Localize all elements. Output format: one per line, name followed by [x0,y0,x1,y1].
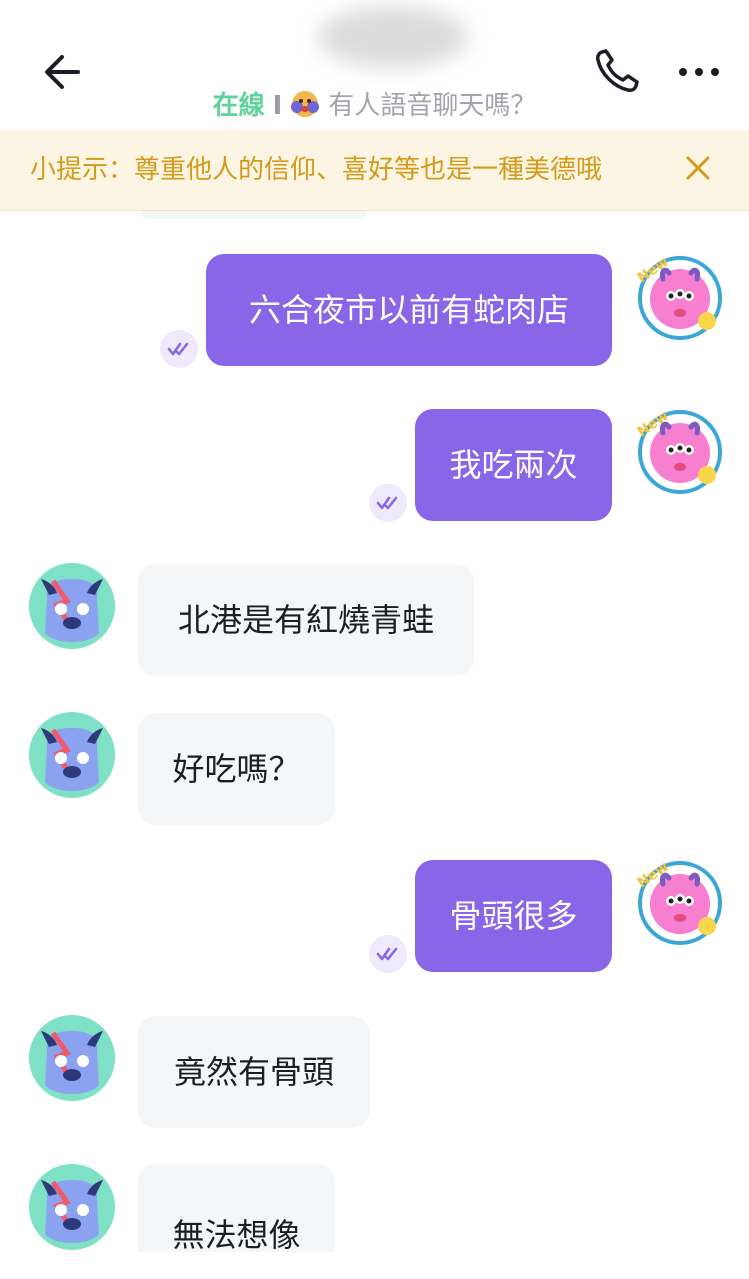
previous-message-bubble [140,211,368,219]
my-message-bubble[interactable]: 骨頭很多 [415,860,612,972]
my-avatar[interactable]: New [633,251,723,341]
my-message-bubble[interactable]: 六合夜市以前有蛇肉店 [206,254,612,366]
contact-avatar[interactable] [27,1013,117,1103]
contact-message-bubble[interactable]: 北港是有紅燒青蛙 [138,564,474,676]
status-separator: I [272,91,283,121]
status-message: 有人語音聊天嗎？ [328,91,537,121]
contact-message-bubble[interactable]: 好吃嗎？ [138,713,335,825]
read-receipt-icon [369,935,407,973]
contact-message-bubble[interactable]: 竟然有骨頭 [138,1016,370,1128]
my-message-bubble[interactable]: 我吃兩次 [415,409,612,521]
read-receipt-icon [369,484,407,522]
tip-banner: 小提示：尊重他人的信仰、喜好等也是一種美德哦 [0,130,749,211]
read-receipt-icon [160,330,198,368]
close-icon[interactable] [680,150,716,186]
contact-name-blurred [318,6,468,68]
online-status: 在線 [212,91,265,121]
contact-avatar[interactable] [27,1162,117,1252]
my-avatar[interactable]: New [633,405,723,495]
chat-header: 在線 I 有人語音聊天嗎？ [0,0,749,130]
contact-avatar[interactable] [27,561,117,651]
bottom-edge [0,1252,749,1279]
status-line: 在線 I 有人語音聊天嗎？ [0,86,749,126]
contact-avatar[interactable] [27,710,117,800]
message-list[interactable]: 六合夜市以前有蛇肉店 New 我吃兩次 New 北港是有紅燒青蛙 好吃嗎？ 骨頭… [0,211,749,1279]
my-avatar[interactable]: New [633,856,723,946]
tip-text: 小提示：尊重他人的信仰、喜好等也是一種美德哦 [30,155,603,185]
emoji-face-icon [291,90,320,117]
